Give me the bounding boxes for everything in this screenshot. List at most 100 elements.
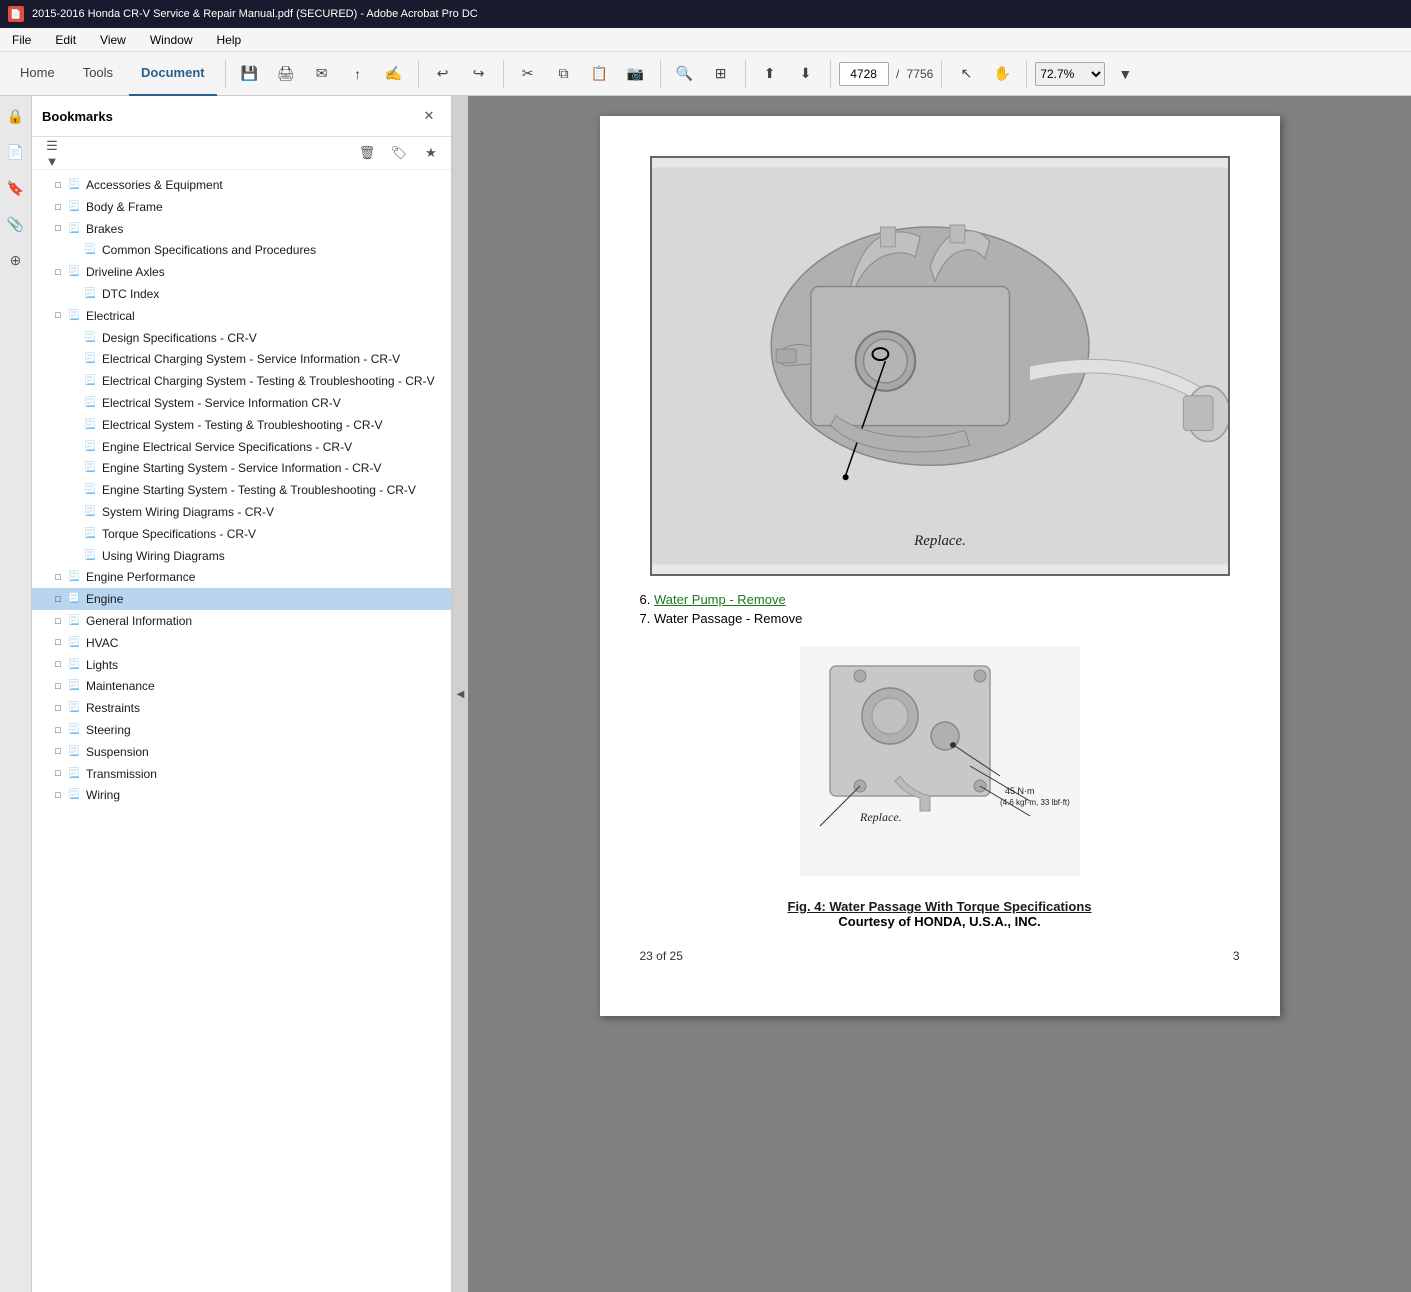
caption-link[interactable]: Fig. 4: Water Passage With Torque Specif…	[788, 899, 1092, 914]
bm-toggle-elec-charging-testing	[68, 373, 80, 389]
bm-item-system-wiring[interactable]: 📃 System Wiring Diagrams - CR-V	[32, 501, 451, 523]
page-info: 23 of 25	[640, 949, 683, 963]
bookmarks-panel: Bookmarks ✕ ☰ ▼ 🗑 🏷 ★ □ 📃 Accessories & …	[32, 96, 452, 1292]
bm-icon-lights: 📃	[66, 657, 82, 673]
camera-button[interactable]: 📷	[620, 58, 652, 90]
step-6: 6. Water Pump - Remove	[640, 592, 1240, 607]
side-bookmarks-icon[interactable]: 🔖	[4, 176, 28, 200]
bm-item-engine-performance[interactable]: □ 📃 Engine Performance	[32, 566, 451, 588]
upload-button[interactable]: ⬆	[754, 58, 786, 90]
bm-item-design-specs[interactable]: 📃 Design Specifications - CR-V	[32, 327, 451, 349]
step-7: 7. Water Passage - Remove	[640, 611, 1240, 626]
bm-item-engine-elec-specs[interactable]: 📃 Engine Electrical Service Specificatio…	[32, 436, 451, 458]
bookmarks-close[interactable]: ✕	[417, 104, 441, 128]
bm-label-elec-system-testing: Electrical System - Testing & Troublesho…	[102, 416, 443, 434]
bm-item-general-info[interactable]: □ 📃 General Information	[32, 610, 451, 632]
bm-item-engine[interactable]: □ 📃 Engine	[32, 588, 451, 610]
bm-item-body-frame[interactable]: □ 📃 Body & Frame	[32, 196, 451, 218]
bm-label-engine-starting-testing: Engine Starting System - Testing & Troub…	[102, 481, 443, 499]
bm-icon-elec-system-service: 📃	[82, 395, 98, 411]
sign-button[interactable]: ✍	[378, 58, 410, 90]
clipboard-button[interactable]: 📋	[584, 58, 616, 90]
bm-label-general-info: General Information	[86, 612, 443, 630]
bm-item-engine-starting-testing[interactable]: 📃 Engine Starting System - Testing & Tro…	[32, 479, 451, 501]
bm-item-accessories[interactable]: □ 📃 Accessories & Equipment	[32, 174, 451, 196]
download-button[interactable]: ⬇	[790, 58, 822, 90]
bm-item-brakes[interactable]: □ 📃 Brakes	[32, 218, 451, 240]
side-pages-icon[interactable]: 📄	[4, 140, 28, 164]
bm-item-common-specs[interactable]: 📃 Common Specifications and Procedures	[32, 239, 451, 261]
bm-item-driveline[interactable]: □ 📃 Driveline Axles	[32, 261, 451, 283]
bm-label-steering: Steering	[86, 721, 443, 739]
bm-item-restraints[interactable]: □ 📃 Restraints	[32, 697, 451, 719]
step-6-link[interactable]: Water Pump - Remove	[654, 592, 786, 607]
redo-button[interactable]: ↪	[463, 58, 495, 90]
bm-delete-btn[interactable]: 🗑	[355, 141, 379, 165]
side-layers-icon[interactable]: ⊕	[4, 248, 28, 272]
bm-item-elec-system-service[interactable]: 📃 Electrical System - Service Informatio…	[32, 392, 451, 414]
copy-button[interactable]: ⧉	[548, 58, 580, 90]
bm-item-suspension[interactable]: □ 📃 Suspension	[32, 741, 451, 763]
bm-toggle-engine-elec-specs	[68, 439, 80, 455]
bm-item-transmission[interactable]: □ 📃 Transmission	[32, 763, 451, 785]
page-input[interactable]	[839, 62, 889, 86]
bm-menu-btn[interactable]: ☰ ▼	[40, 141, 64, 165]
bm-item-lights[interactable]: □ 📃 Lights	[32, 654, 451, 676]
bm-toggle-elec-charging-service	[68, 351, 80, 367]
page-number: 3	[1233, 949, 1240, 963]
bm-toggle-accessories: □	[52, 177, 64, 193]
cut-button[interactable]: ✂	[512, 58, 544, 90]
search-button[interactable]: 🔍	[669, 58, 701, 90]
bm-icon-maintenance: 📃	[66, 678, 82, 694]
bm-item-elec-system-testing[interactable]: 📃 Electrical System - Testing & Troubles…	[32, 414, 451, 436]
engine-drawing: Replace.	[652, 158, 1228, 574]
tab-home[interactable]: Home	[8, 52, 67, 96]
print-button[interactable]: 🖨	[270, 58, 302, 90]
bm-item-wiring[interactable]: □ 📃 Wiring	[32, 784, 451, 806]
mail-button[interactable]: ✉	[306, 58, 338, 90]
menu-help[interactable]: Help	[213, 31, 246, 49]
bm-item-steering[interactable]: □ 📃 Steering	[32, 719, 451, 741]
menu-edit[interactable]: Edit	[51, 31, 80, 49]
bm-item-elec-charging-service[interactable]: 📃 Electrical Charging System - Service I…	[32, 348, 451, 370]
bm-toggle-torque-specs	[68, 526, 80, 542]
share-button[interactable]: ↑	[342, 58, 374, 90]
toolbar-sep-7	[941, 60, 942, 88]
grid-button[interactable]: ⊞	[705, 58, 737, 90]
zoom-dropdown[interactable]: ▼	[1109, 58, 1141, 90]
undo-button[interactable]: ↩	[427, 58, 459, 90]
bm-item-dtc[interactable]: 📃 DTC Index	[32, 283, 451, 305]
hand-tool[interactable]: ✋	[986, 58, 1018, 90]
bm-icon-engine: 📃	[66, 591, 82, 607]
bm-item-maintenance[interactable]: □ 📃 Maintenance	[32, 675, 451, 697]
cursor-tool[interactable]: ↖	[950, 58, 982, 90]
bm-item-using-wiring[interactable]: 📃 Using Wiring Diagrams	[32, 545, 451, 567]
bm-star-btn[interactable]: ★	[419, 141, 443, 165]
bm-item-torque-specs[interactable]: 📃 Torque Specifications - CR-V	[32, 523, 451, 545]
bm-item-hvac[interactable]: □ 📃 HVAC	[32, 632, 451, 654]
menu-view[interactable]: View	[96, 31, 130, 49]
menu-window[interactable]: Window	[146, 31, 197, 49]
tab-tools[interactable]: Tools	[71, 52, 125, 96]
svg-text:Replace.: Replace.	[913, 533, 966, 549]
panel-collapse-handle[interactable]: ◀	[452, 96, 468, 1292]
bm-icon-engine-starting-testing: 📃	[82, 482, 98, 498]
bm-toggle-using-wiring	[68, 548, 80, 564]
bm-item-engine-starting-service[interactable]: 📃 Engine Starting System - Service Infor…	[32, 457, 451, 479]
save-button[interactable]: 💾	[234, 58, 266, 90]
zoom-select[interactable]: 72.7% 50% 100% 150%	[1035, 62, 1105, 86]
side-clip-icon[interactable]: 📎	[4, 212, 28, 236]
bm-toggle-engine: □	[52, 591, 64, 607]
bm-toggle-design-specs	[68, 330, 80, 346]
tab-document[interactable]: Document	[129, 52, 217, 96]
bm-tag-btn[interactable]: 🏷	[387, 141, 411, 165]
toolbar-sep-1	[225, 60, 226, 88]
bm-item-electrical[interactable]: □ 📃 Electrical	[32, 305, 451, 327]
bm-icon-design-specs: 📃	[82, 330, 98, 346]
toolbar-sep-5	[745, 60, 746, 88]
menu-file[interactable]: File	[8, 31, 35, 49]
water-passage-diagram: Replace. 45 N·m (4.6 kgf·m, 33 lbf·ft)	[640, 646, 1240, 879]
bm-item-elec-charging-testing[interactable]: 📃 Electrical Charging System - Testing &…	[32, 370, 451, 392]
side-lock-icon[interactable]: 🔒	[4, 104, 28, 128]
bm-toggle-elec-system-testing	[68, 417, 80, 433]
